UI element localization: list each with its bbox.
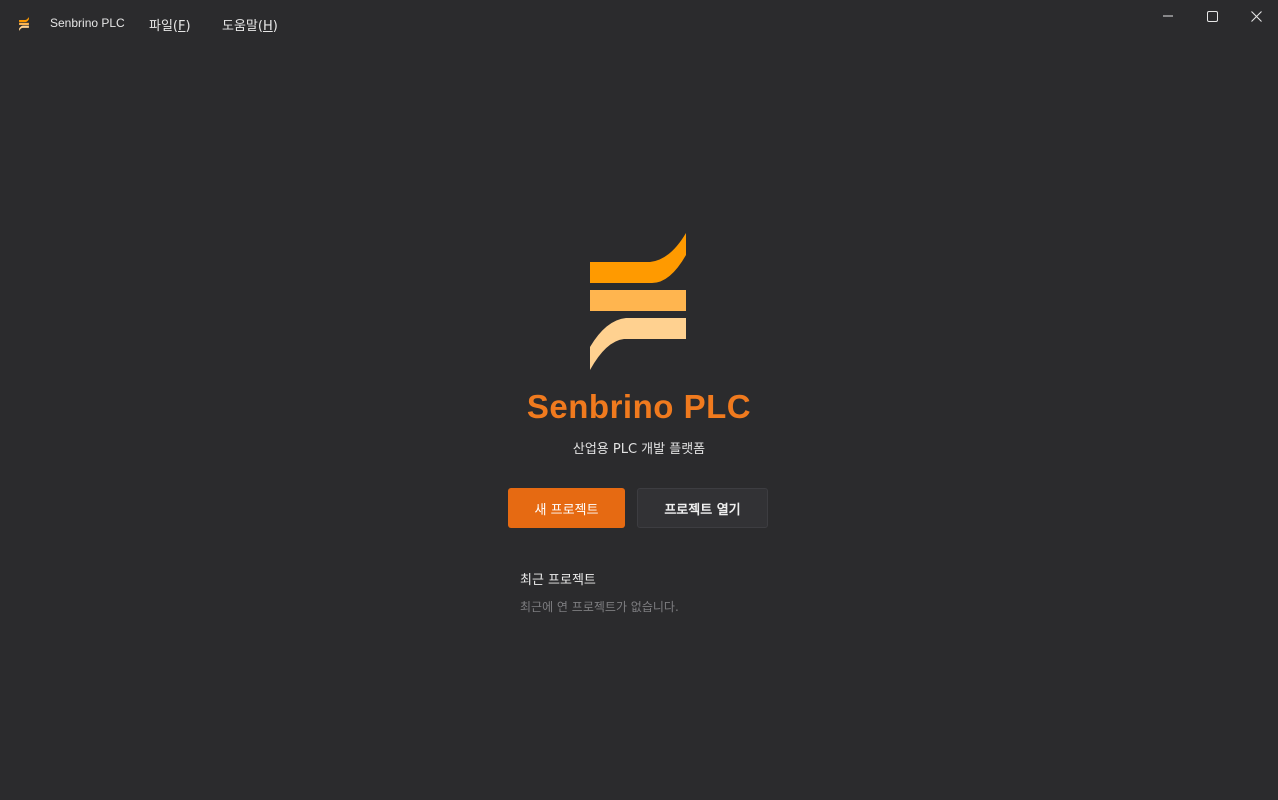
logo-middle-band <box>590 290 686 311</box>
minimize-button[interactable] <box>1146 0 1190 32</box>
recent-projects-empty-message: 최근에 연 프로젝트가 없습니다. <box>520 600 679 614</box>
menu-file[interactable]: 파일(F) <box>147 15 193 34</box>
open-project-button[interactable]: 프로젝트 열기 <box>637 488 768 528</box>
close-button[interactable] <box>1234 0 1278 32</box>
maximize-button[interactable] <box>1190 0 1234 32</box>
recent-projects-heading: 최근 프로젝트 <box>520 573 596 588</box>
close-icon <box>1250 10 1262 22</box>
senbrino-logo <box>590 233 686 370</box>
title-bar[interactable]: Senbrino PLC 파일(F) 도움말(H) <box>0 0 1278 46</box>
minimize-icon <box>1163 15 1173 17</box>
main-window: Senbrino PLC 파일(F) 도움말(H) Senbrino PLC 산… <box>0 0 1278 800</box>
senbrino-logo-icon <box>19 17 29 31</box>
menu-file-suffix: ) <box>185 19 191 34</box>
menu-help-label: 도움말( <box>222 19 263 34</box>
tagline: 산업용 PLC 개발 플랫폼 <box>572 442 706 457</box>
new-project-button[interactable]: 새 프로젝트 <box>508 488 625 528</box>
maximize-icon <box>1206 10 1218 22</box>
logo-top-band <box>590 233 686 283</box>
menu-help[interactable]: 도움말(H) <box>220 15 280 34</box>
product-name: Senbrino PLC <box>526 388 752 425</box>
menu-file-label: 파일( <box>149 19 178 34</box>
menu-help-suffix: ) <box>272 19 278 34</box>
logo-bottom-band <box>590 318 686 370</box>
menu-help-accelerator: H <box>262 19 273 34</box>
app-title: Senbrino PLC <box>50 16 125 30</box>
